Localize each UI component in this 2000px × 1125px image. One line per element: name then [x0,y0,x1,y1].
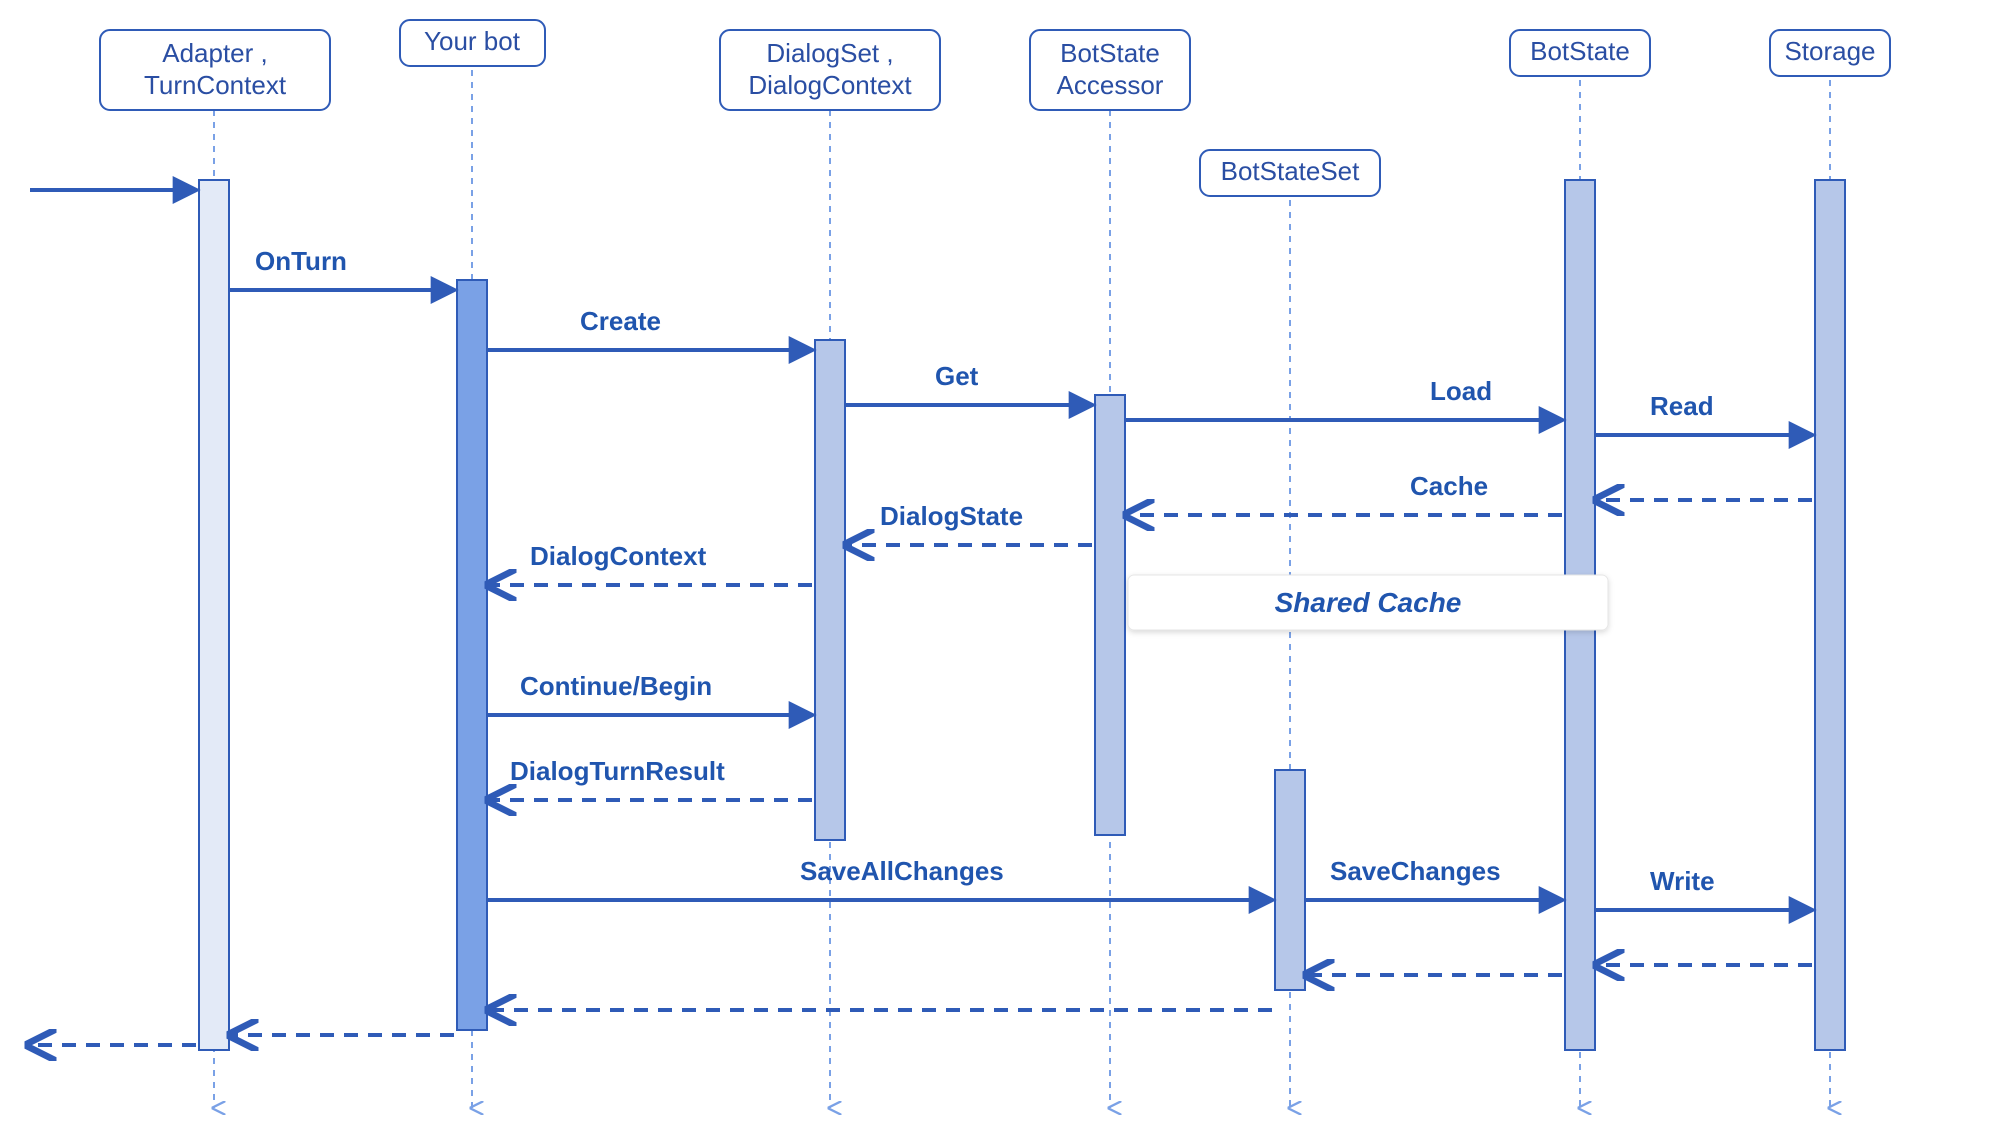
svg-text:DialogContext: DialogContext [748,70,912,100]
svg-text:Adapter ,: Adapter , [162,38,268,68]
participant-storage: Storage [1770,30,1890,76]
svg-text:Your bot: Your bot [424,26,521,56]
label-create: Create [580,306,661,336]
label-write: Write [1650,866,1715,896]
label-onturn: OnTurn [255,246,347,276]
label-dialogturnresult: DialogTurnResult [510,756,725,786]
label-dialogcontext: DialogContext [530,541,707,571]
svg-text:BotState: BotState [1060,38,1160,68]
label-savechanges: SaveChanges [1330,856,1501,886]
svg-text:Shared Cache: Shared Cache [1275,587,1462,618]
label-continuebegin: Continue/Begin [520,671,712,701]
svg-text:BotState: BotState [1530,36,1630,66]
svg-text:DialogSet ,: DialogSet , [766,38,893,68]
svg-text:BotStateSet: BotStateSet [1221,156,1361,186]
svg-text:Accessor: Accessor [1057,70,1164,100]
participant-stateset: BotStateSet [1200,150,1380,196]
label-get: Get [935,361,979,391]
svg-text:TurnContext: TurnContext [144,70,287,100]
participant-accessor: BotState Accessor [1030,30,1190,110]
label-cache: Cache [1410,471,1488,501]
sequence-diagram: Adapter , TurnContext Your bot DialogSet… [0,0,2000,1125]
participant-dialog: DialogSet , DialogContext [720,30,940,110]
participant-adapter: Adapter , TurnContext [100,30,330,110]
label-saveallchanges: SaveAllChanges [800,856,1004,886]
label-dialogstate: DialogState [880,501,1023,531]
shared-cache: Shared Cache [1128,575,1608,630]
svg-text:Storage: Storage [1784,36,1875,66]
participant-yourbot: Your bot [400,20,545,66]
participants: Adapter , TurnContext Your bot DialogSet… [100,20,1890,196]
label-load: Load [1430,376,1492,406]
label-read: Read [1650,391,1714,421]
participant-botstate: BotState [1510,30,1650,76]
